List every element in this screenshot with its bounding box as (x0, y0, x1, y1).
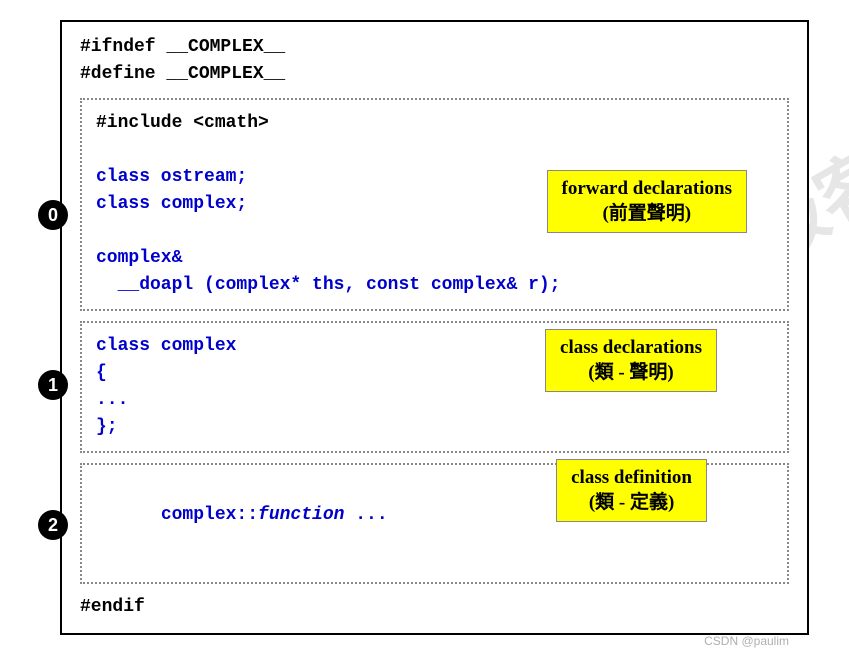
def-suffix: ... (344, 505, 387, 525)
ifndef-line: #ifndef __COMPLEX__ (80, 34, 789, 61)
callout-subtitle: (類 - 聲明) (588, 362, 673, 383)
callout-forward-decl: forward declarations (前置聲明) (547, 170, 747, 233)
badge-0: 0 (38, 200, 68, 230)
callout-subtitle: (類 - 定義) (589, 492, 674, 513)
section-forward-declarations: #include <cmath> class ostream; class co… (80, 98, 789, 311)
func-signature: __doapl (complex* ths, const complex& r)… (96, 272, 773, 299)
badge-2: 2 (38, 510, 68, 540)
callout-subtitle: (前置聲明) (602, 203, 691, 224)
endif-line: #endif (80, 594, 789, 621)
code-container: #ifndef __COMPLEX__ #define __COMPLEX__ … (60, 20, 809, 635)
callout-class-def: class definition (類 - 定義) (556, 459, 707, 522)
def-prefix: complex:: (161, 505, 258, 525)
def-func: function (258, 505, 344, 525)
callout-title: class declarations (560, 337, 702, 358)
func-return: complex& (96, 245, 773, 272)
footer-credit: CSDN @paulim (704, 634, 789, 648)
callout-title: class definition (571, 467, 692, 488)
include-line: #include <cmath> (96, 110, 773, 137)
define-line: #define __COMPLEX__ (80, 61, 789, 88)
class-decl-line4: }; (96, 414, 773, 441)
section-class-definition: complex::function ... class definition (… (80, 463, 789, 584)
badge-1: 1 (38, 370, 68, 400)
callout-title: forward declarations (562, 178, 732, 199)
callout-class-decl: class declarations (類 - 聲明) (545, 329, 717, 392)
section-class-declarations: class complex { ... }; class declaration… (80, 321, 789, 453)
